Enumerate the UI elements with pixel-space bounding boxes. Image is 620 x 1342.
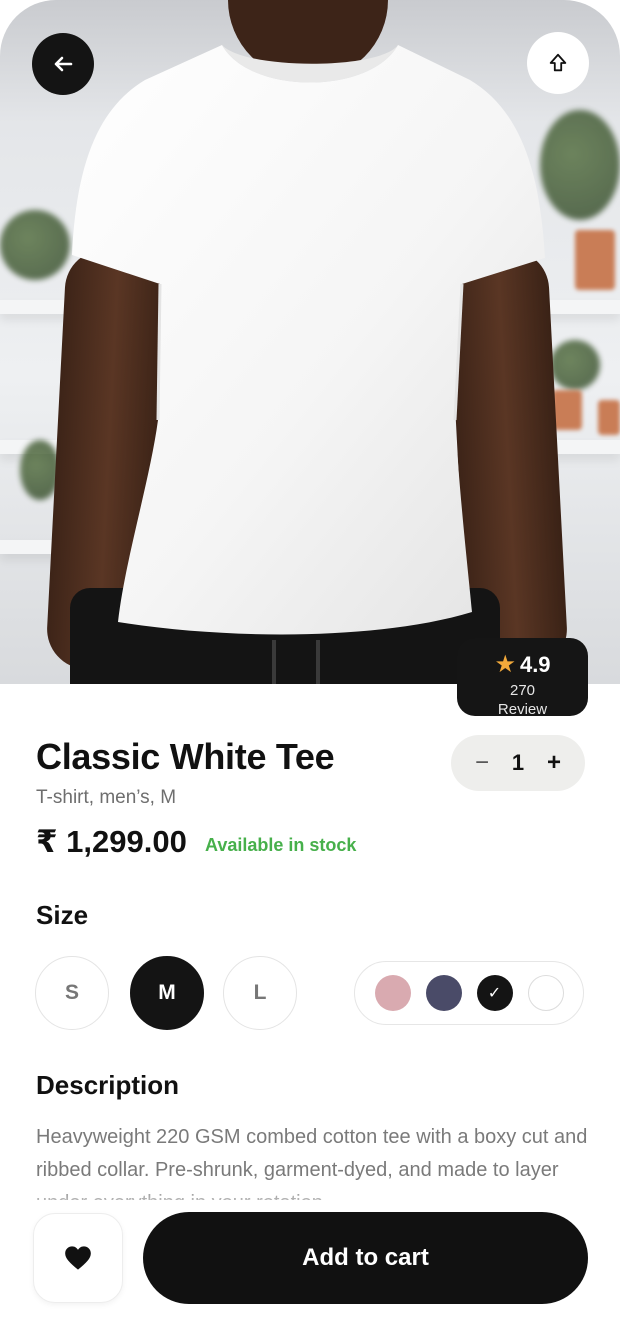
product-subtitle: T-shirt, men’s, M bbox=[36, 787, 177, 808]
size-option-m[interactable]: M bbox=[130, 956, 204, 1030]
arrow-left-icon bbox=[54, 56, 73, 72]
star-icon: ★ bbox=[494, 651, 516, 678]
white-tshirt bbox=[72, 45, 545, 635]
color-swatch-pink[interactable] bbox=[374, 975, 411, 1011]
product-image bbox=[0, 0, 620, 684]
product-title: Classic White Tee bbox=[36, 736, 335, 777]
color-selector: ✓ bbox=[354, 961, 584, 1025]
decrease-quantity-button[interactable]: − bbox=[475, 749, 489, 777]
heart-icon bbox=[65, 1246, 91, 1270]
quantity-stepper: − 1 + bbox=[451, 735, 585, 791]
size-option-s[interactable]: S bbox=[35, 956, 109, 1030]
stock-status: Available in stock bbox=[205, 835, 357, 855]
quantity-value: 1 bbox=[511, 750, 525, 775]
rating-value: 4.9 bbox=[519, 652, 551, 677]
favorite-button[interactable] bbox=[33, 1213, 123, 1303]
size-option-l[interactable]: L bbox=[223, 956, 297, 1030]
color-swatch-navy[interactable] bbox=[425, 975, 462, 1011]
color-swatch-black[interactable]: ✓ bbox=[476, 975, 513, 1011]
share-button[interactable] bbox=[527, 32, 589, 94]
increase-quantity-button[interactable]: + bbox=[547, 749, 561, 777]
check-icon: ✓ bbox=[487, 985, 502, 1002]
review-count: 270 bbox=[509, 682, 536, 699]
back-button[interactable] bbox=[32, 33, 94, 95]
add-to-cart-button[interactable]: Add to cart bbox=[143, 1212, 588, 1304]
review-label: Review bbox=[497, 701, 548, 716]
color-swatch-white[interactable] bbox=[527, 975, 564, 1011]
size-heading: Size bbox=[36, 900, 89, 930]
rating-badge[interactable]: ★ 4.9 270 Review bbox=[457, 638, 588, 716]
product-price: ₹ 1,299.00 bbox=[36, 824, 187, 859]
product-screen: ★ 4.9 270 Review Classic White Tee T-shi… bbox=[0, 0, 620, 1342]
share-upload-icon bbox=[549, 53, 567, 72]
description-heading: Description bbox=[36, 1070, 180, 1100]
